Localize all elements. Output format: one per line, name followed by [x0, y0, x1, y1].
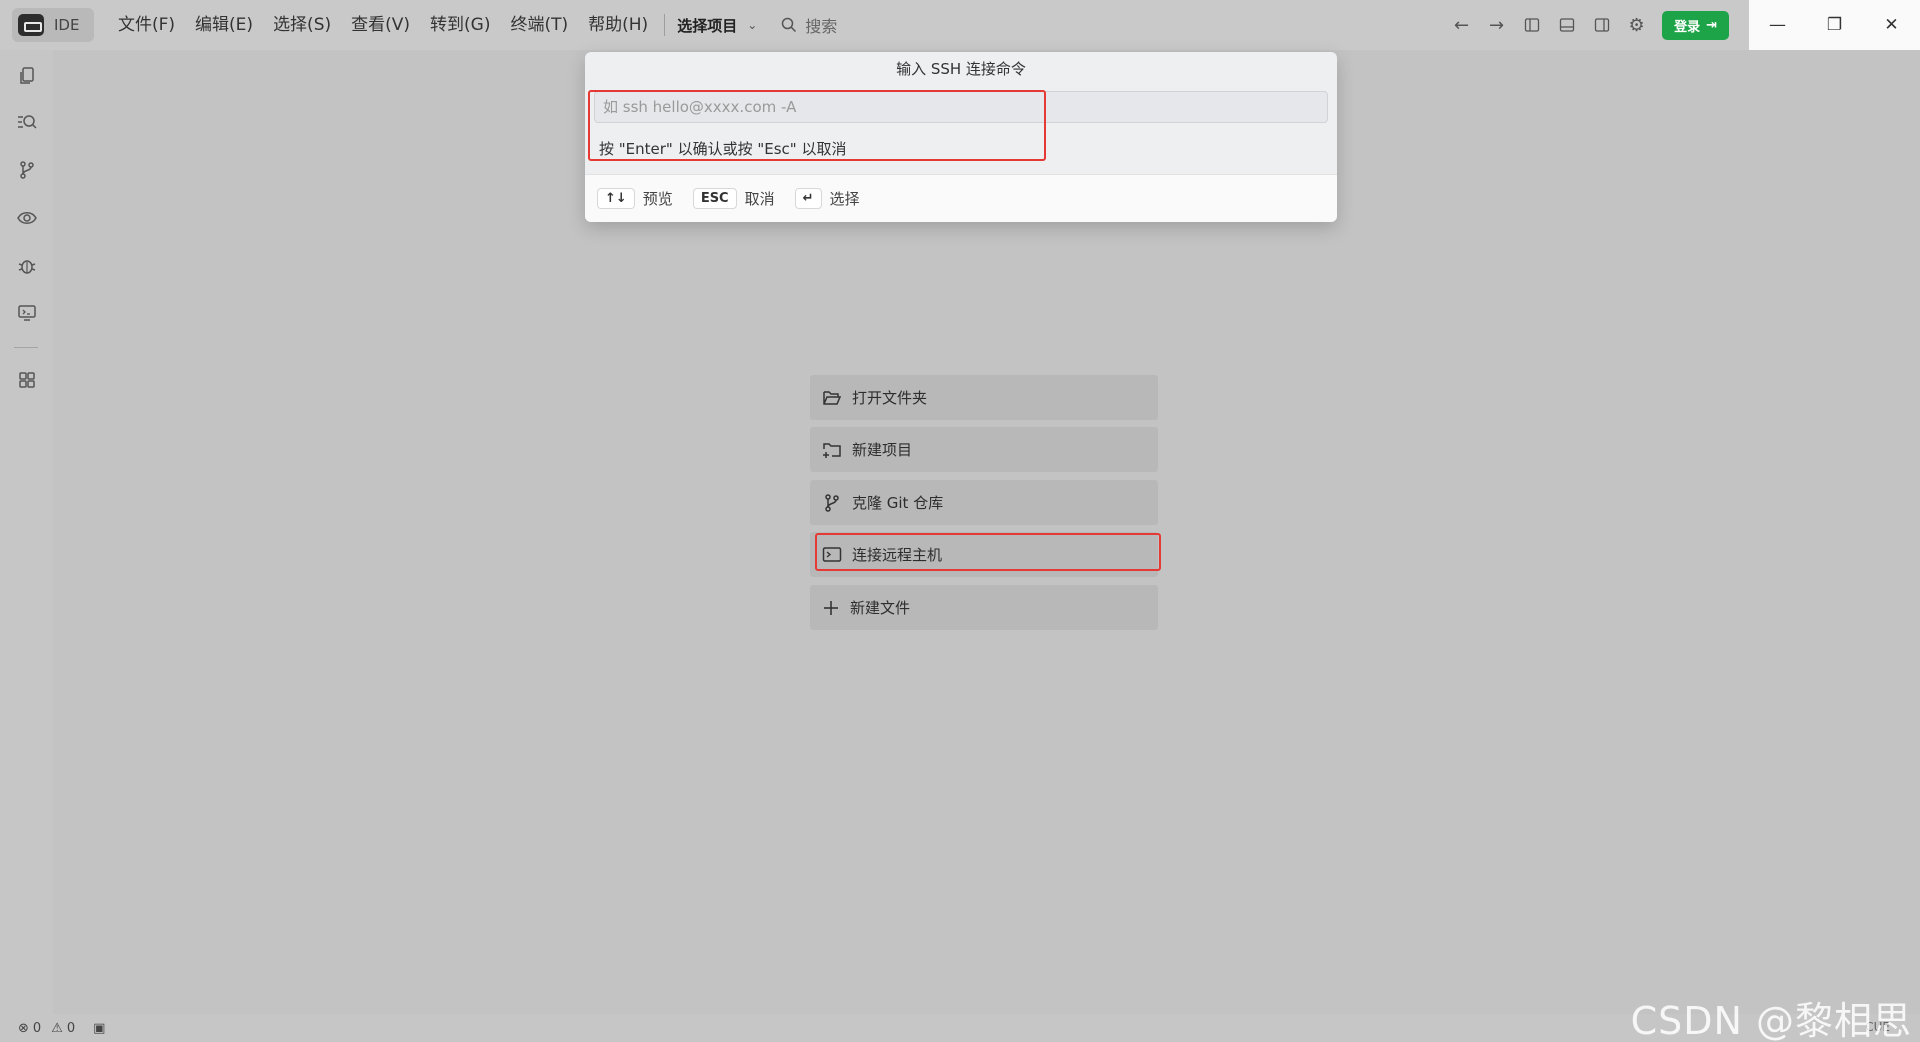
login-arrow-icon: ⇥ [1706, 17, 1717, 33]
enter-key-badge: ↵ [794, 188, 822, 209]
clone-git-button[interactable]: 克隆 Git 仓库 [810, 480, 1158, 525]
new-project-button[interactable]: 新建项目 [810, 427, 1158, 472]
git-branch-icon [825, 493, 839, 512]
activity-bar [0, 50, 53, 1014]
new-project-icon [823, 442, 841, 458]
plus-icon [824, 600, 838, 615]
watermark: CSDN @黎相思 [1630, 999, 1912, 1042]
search-label: 搜索 [805, 17, 838, 36]
source-control-icon[interactable] [0, 153, 53, 187]
title-bar-actions: ← → ⚙ 登录 ⇥ — ❐ ✕ [1444, 0, 1920, 50]
menu-bar: 文件(F) 编辑(E) 选择(S) 查看(V) 转到(G) 终端(T) 帮助(H… [108, 0, 658, 50]
new-file-button[interactable]: 新建文件 [810, 585, 1158, 630]
open-folder-button[interactable]: 打开文件夹 [810, 375, 1158, 420]
remote-explorer-icon[interactable] [0, 201, 53, 235]
menu-help[interactable]: 帮助(H) [578, 0, 658, 50]
toggle-left-panel-icon[interactable] [1514, 0, 1549, 50]
warning-count: 0 [66, 1020, 76, 1036]
connect-remote-host-button[interactable]: 连接远程主机 [810, 532, 1158, 577]
connect-remote-host-label: 连接远程主机 [852, 546, 943, 564]
menu-edit[interactable]: 编辑(E) [185, 0, 263, 50]
arrows-key-badge: ↑↓ [597, 188, 635, 209]
project-select-label: 选择项目 [677, 16, 738, 35]
app-logo-icon [18, 14, 44, 36]
activity-divider [14, 347, 38, 348]
clone-git-label: 克隆 Git 仓库 [852, 494, 944, 512]
dialog-title: 输入 SSH 连接命令 [896, 60, 1026, 78]
error-icon[interactable]: ⊗ [18, 1021, 29, 1036]
search-icon[interactable] [0, 105, 53, 139]
folder-open-icon [823, 390, 842, 405]
warning-icon[interactable]: ⚠ [51, 1021, 63, 1036]
toggle-right-panel-icon[interactable] [1584, 0, 1619, 50]
preview-label: 预览 [642, 190, 673, 208]
ssh-command-input[interactable] [594, 91, 1328, 123]
debug-icon[interactable] [0, 249, 53, 283]
menu-terminal[interactable]: 终端(T) [500, 0, 578, 50]
files-icon[interactable] [0, 59, 53, 93]
minimize-icon[interactable]: — [1749, 0, 1806, 50]
search-icon [782, 17, 797, 33]
global-search[interactable]: 搜索 [781, 13, 837, 37]
esc-key-badge: ESC [692, 188, 737, 209]
login-button[interactable]: 登录 ⇥ [1662, 10, 1729, 40]
back-arrow-icon[interactable]: ← [1444, 0, 1479, 50]
extensions-icon[interactable] [0, 363, 53, 397]
project-select[interactable]: 选择项目 ⌄ [677, 15, 757, 36]
app-name: IDE [54, 16, 80, 34]
open-folder-label: 打开文件夹 [852, 389, 928, 407]
dialog-hint: 按 "Enter" 以确认或按 "Esc" 以取消 [599, 140, 847, 158]
remote-status-icon[interactable]: ▣ [93, 1021, 105, 1036]
restore-icon[interactable]: ❐ [1806, 0, 1863, 50]
toggle-bottom-panel-icon[interactable] [1549, 0, 1584, 50]
error-count: 0 [32, 1020, 42, 1036]
remote-terminal-icon [822, 546, 842, 562]
app-switcher[interactable]: IDE [12, 8, 94, 42]
ssh-command-dialog: 输入 SSH 连接命令 按 "Enter" 以确认或按 "Esc" 以取消 ↑↓… [585, 52, 1337, 222]
menu-view[interactable]: 查看(V) [341, 0, 420, 50]
login-label: 登录 [1674, 19, 1701, 35]
cancel-label: 取消 [744, 190, 775, 208]
title-bar: IDE 文件(F) 编辑(E) 选择(S) 查看(V) 转到(G) 终端(T) … [0, 0, 1920, 50]
gear-icon[interactable]: ⚙ [1619, 0, 1654, 50]
chevron-down-icon: ⌄ [747, 18, 758, 32]
window-controls: — ❐ ✕ [1749, 0, 1920, 50]
new-file-label: 新建文件 [850, 599, 911, 617]
remote-terminal-icon[interactable] [0, 296, 53, 330]
dialog-footer: ↑↓ 预览 ESC 取消 ↵ 选择 [585, 174, 1337, 222]
new-project-label: 新建项目 [852, 441, 913, 459]
forward-arrow-icon[interactable]: → [1479, 0, 1514, 50]
menu-divider [664, 14, 666, 36]
menu-selection[interactable]: 选择(S) [263, 0, 341, 50]
select-label: 选择 [829, 190, 860, 208]
close-icon[interactable]: ✕ [1863, 0, 1920, 50]
menu-file[interactable]: 文件(F) [108, 0, 185, 50]
menu-go[interactable]: 转到(G) [420, 0, 500, 50]
